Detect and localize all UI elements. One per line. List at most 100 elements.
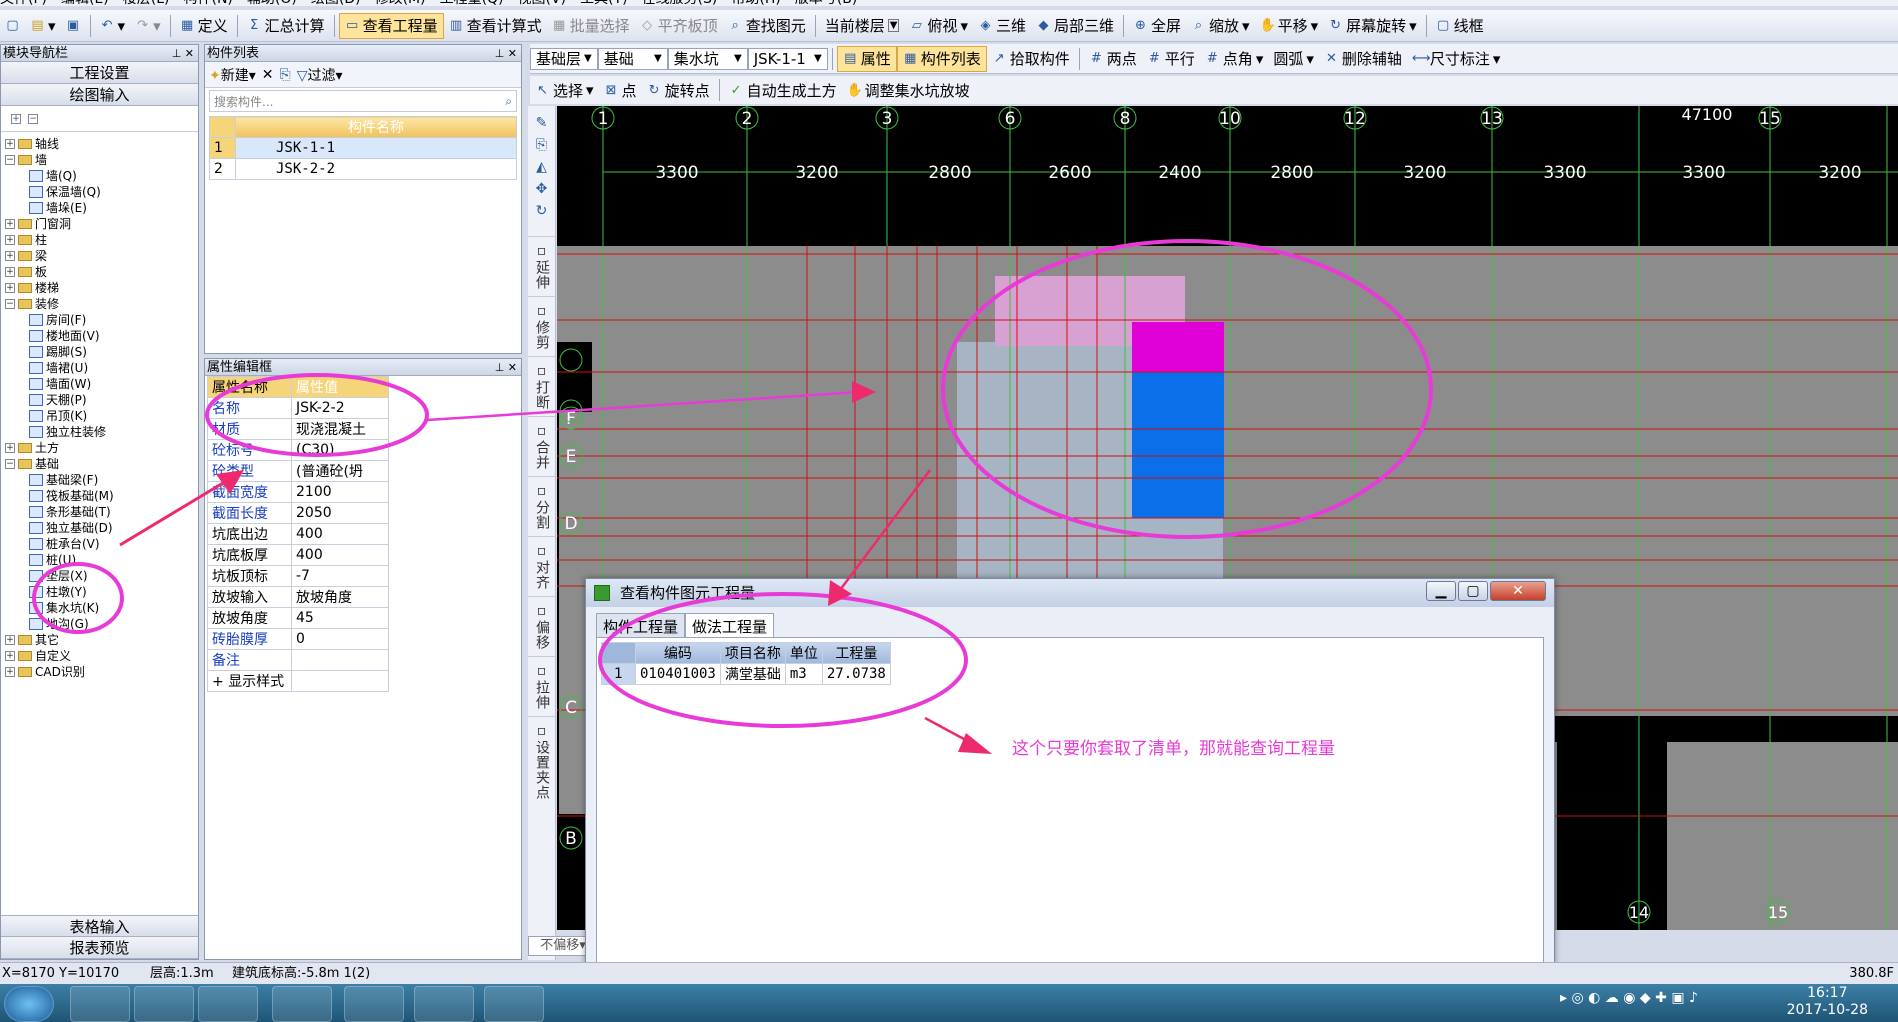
3d-button[interactable]: ◈ 三维 <box>973 13 1031 39</box>
expand-icon[interactable]: + <box>5 667 15 677</box>
arc-button[interactable]: 圆弧 ▾ <box>1268 46 1319 72</box>
vertical-tool-button[interactable]: ▫ 修剪 <box>528 296 555 356</box>
expand-icon[interactable]: + <box>5 651 15 661</box>
two-points-button[interactable]: # 两点 <box>1084 46 1142 72</box>
expand-icon[interactable]: + <box>5 443 15 453</box>
move-icon[interactable]: ✥ <box>528 178 555 200</box>
tab-component-quantity[interactable]: 构件工程量 <box>596 613 686 639</box>
menu-item[interactable]: 工程量(Q) <box>440 0 504 6</box>
tree-item[interactable]: 柱墩(Y) <box>5 584 198 600</box>
expand-icon[interactable]: + <box>5 219 15 229</box>
project-settings-button[interactable]: 工程设置 <box>1 62 198 84</box>
property-value[interactable]: -7 <box>291 565 389 587</box>
tree-item[interactable]: 条形基础(T) <box>5 504 198 520</box>
tree-item[interactable]: 天棚(P) <box>5 392 198 408</box>
rotate-point-button[interactable]: ↻ 旋转点 <box>642 77 715 103</box>
tree-item[interactable]: 墙面(W) <box>5 376 198 392</box>
vertical-tool-button[interactable]: ▫ 合并 <box>528 416 555 476</box>
clock[interactable]: 16:17 2017-10-28 <box>1787 985 1868 1019</box>
taskbar-app-photo[interactable] <box>414 986 474 1022</box>
tree-item[interactable]: 垫层(X) <box>5 568 198 584</box>
expand-icon[interactable]: + <box>5 635 15 645</box>
component-select[interactable]: JSK-1-1 ▼ <box>747 47 828 70</box>
find-element-button[interactable]: ⌕ 查找图元 <box>723 13 811 39</box>
pan-button[interactable]: ✋ 平移 ▾ <box>1255 13 1324 39</box>
property-value[interactable]: 0 <box>291 628 389 650</box>
tree-folder[interactable]: + CAD识别 <box>5 664 198 680</box>
tree-item[interactable]: 吊顶(K) <box>5 408 198 424</box>
tree-item[interactable]: 地沟(G) <box>5 616 198 632</box>
align-slab-button[interactable]: ◇ 平齐板顶 <box>635 13 723 39</box>
tab-method-quantity[interactable]: 做法工程量 <box>685 613 775 639</box>
view-formula-button[interactable]: ▥ 查看计算式 <box>444 13 547 39</box>
property-value[interactable]: 400 <box>291 523 389 545</box>
menu-item[interactable]: 楼层(L) <box>123 0 170 6</box>
property-row[interactable]: 放坡角度 45 <box>207 607 389 629</box>
dimension-button[interactable]: ⟷ 尺寸标注 ▾ <box>1407 46 1506 72</box>
select-button[interactable]: ↖ 选择 ▾ <box>530 77 599 103</box>
tree-item[interactable]: 墙垛(E) <box>5 200 198 216</box>
tree-folder[interactable]: + 轴线 <box>5 136 198 152</box>
property-row[interactable]: + 显示样式 <box>207 670 389 692</box>
draw-input-button[interactable]: 绘图输入 <box>1 84 198 106</box>
start-button[interactable] <box>4 986 54 1022</box>
property-value[interactable]: 现浇混凝土 <box>291 418 389 440</box>
delete-icon[interactable]: ✕ <box>262 67 274 83</box>
property-value[interactable]: 400 <box>291 544 389 566</box>
tree-folder[interactable]: − 墙 <box>5 152 198 168</box>
tree-item[interactable]: 房间(F) <box>5 312 198 328</box>
menu-item[interactable]: 修改(M) <box>375 0 426 6</box>
property-value[interactable]: 45 <box>291 607 389 629</box>
new-component-button[interactable]: ✦新建▾ <box>209 65 256 85</box>
tree-folder[interactable]: + 板 <box>5 264 198 280</box>
open-file-icon[interactable]: ▤ ▾ <box>25 13 61 39</box>
taskbar-app-wechat[interactable] <box>198 986 258 1022</box>
property-row[interactable]: 材质 现浇混凝土 <box>207 418 389 440</box>
fullscreen-button[interactable]: ⊕ 全屏 <box>1128 13 1186 39</box>
filter-button[interactable]: ▽过滤▾ <box>297 65 343 85</box>
tree-folder[interactable]: + 楼梯 <box>5 280 198 296</box>
property-row[interactable]: 截面宽度 2100 <box>207 481 389 503</box>
zoom-button[interactable]: ⌕ 缩放 ▾ <box>1186 13 1255 39</box>
property-row[interactable]: 名称 JSK-2-2 <box>207 397 389 419</box>
property-value[interactable]: 放坡角度 <box>291 586 389 608</box>
vertical-tool-button[interactable]: ▫ 分割 <box>528 476 555 536</box>
save-icon[interactable]: ▣ <box>61 13 86 39</box>
wireframe-button[interactable]: ▢ 线框 <box>1431 13 1489 39</box>
menu-item[interactable]: 视图(V) <box>518 0 567 6</box>
local-3d-button[interactable]: ◆ 局部三维 <box>1031 13 1119 39</box>
collapse-icon[interactable]: − <box>5 155 15 165</box>
menu-item[interactable]: 版本号(B) <box>795 0 858 6</box>
report-preview-button[interactable]: 报表预览 <box>1 937 198 959</box>
expand-icon[interactable]: + <box>5 283 15 293</box>
point-button[interactable]: ⊠ 点 <box>599 77 642 103</box>
tree-item[interactable]: 筏板基础(M) <box>5 488 198 504</box>
pin-close-icon[interactable]: ⊥ ✕ <box>495 45 517 62</box>
pin-close-icon[interactable]: ⊥ ✕ <box>495 359 517 376</box>
minimize-icon[interactable]: ▁ <box>1426 581 1456 601</box>
expand-icon[interactable]: + <box>5 235 15 245</box>
expand-icon[interactable]: + <box>5 267 15 277</box>
tree-item[interactable]: 集水坑(K) <box>5 600 198 616</box>
vertical-tool-button[interactable]: ▫ 延伸 <box>528 236 555 296</box>
menu-item[interactable]: 文件(F) <box>0 0 47 6</box>
top-view-button[interactable]: ▱ 俯视 ▾ <box>904 13 973 39</box>
pencil-icon[interactable]: ✎ <box>528 112 555 134</box>
menu-item[interactable]: 构件(N) <box>184 0 233 6</box>
menu-item[interactable]: 辅助(O) <box>247 0 297 6</box>
define-button[interactable]: ▦ 定义 <box>175 13 233 39</box>
menu-item[interactable]: 帮助(H) <box>731 0 780 6</box>
point-angle-button[interactable]: # 点角 ▾ <box>1200 46 1269 72</box>
expand-all-icon[interactable]: + <box>11 114 21 124</box>
tree-folder[interactable]: + 土方 <box>5 440 198 456</box>
table-input-button[interactable]: 表格输入 <box>1 915 198 937</box>
tree-item[interactable]: 独立基础(D) <box>5 520 198 536</box>
component-row[interactable]: 2 JSK-2-2 <box>209 158 517 180</box>
expand-icon[interactable]: + <box>212 674 228 690</box>
batch-select-button[interactable]: ▦ 批量选择 <box>547 13 635 39</box>
tree-folder[interactable]: + 其它 <box>5 632 198 648</box>
property-value[interactable]: 2100 <box>291 481 389 503</box>
property-row[interactable]: 坑底板厚 400 <box>207 544 389 566</box>
tree-folder[interactable]: + 梁 <box>5 248 198 264</box>
mirror-icon[interactable]: ◭ <box>528 156 555 178</box>
